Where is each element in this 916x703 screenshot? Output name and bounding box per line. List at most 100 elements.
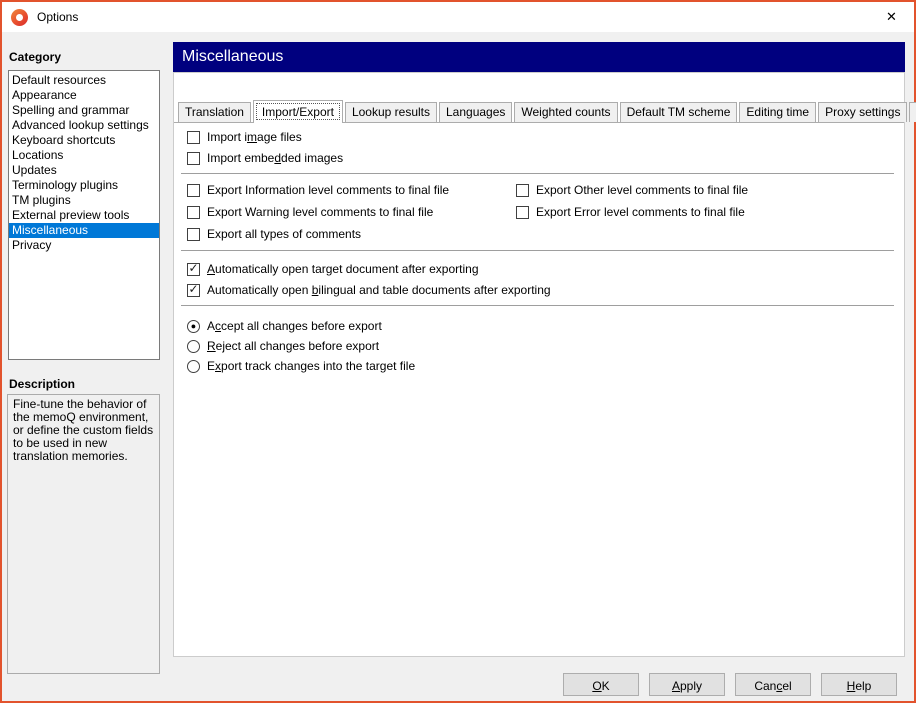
close-icon[interactable]: ✕: [869, 2, 914, 32]
checkbox-label: Export all types of comments: [207, 227, 361, 241]
label-text: el: [782, 679, 791, 693]
label-text: port track changes into the target file: [221, 359, 415, 373]
options-dialog: Options ✕ Category Default resources App…: [0, 0, 916, 703]
category-item-updates[interactable]: Updates: [9, 163, 159, 178]
radio-icon[interactable]: [187, 360, 200, 373]
label-text: A: [672, 679, 680, 693]
radio-export-track-changes[interactable]: Export track changes into the target fil…: [187, 358, 415, 374]
label-text: age files: [257, 130, 302, 144]
category-label: Category: [9, 50, 61, 64]
label-text: A: [207, 262, 215, 276]
checkbox-icon[interactable]: [187, 152, 200, 165]
description-label: Description: [9, 377, 75, 391]
radio-reject-all-changes[interactable]: Reject all changes before export: [187, 338, 379, 354]
label-text: K: [602, 679, 610, 693]
checkbox-label: Export Error level comments to final fil…: [536, 205, 745, 219]
checkbox-import-embedded-images[interactable]: Import embedded images: [187, 150, 343, 166]
tab-discussions[interactable]: Discussions: [909, 102, 916, 122]
ok-button[interactable]: OK: [563, 673, 639, 696]
checkbox-icon[interactable]: [516, 206, 529, 219]
label-text: Automatically open: [207, 283, 312, 297]
tab-import-export[interactable]: Import/Export: [253, 100, 343, 123]
radio-label: Accept all changes before export: [207, 319, 382, 333]
checkbox-label: Export Information level comments to fin…: [207, 183, 449, 197]
description-box: Fine-tune the behavior of the memoQ envi…: [7, 394, 160, 674]
label-text: O: [592, 679, 601, 693]
tab-strip: Translation Import/Export Lookup results…: [174, 73, 904, 123]
category-item-appearance[interactable]: Appearance: [9, 88, 159, 103]
label-text: cept all changes before export: [221, 319, 382, 333]
label-text: Export Error level comments to final fil…: [536, 205, 745, 219]
separator: [181, 305, 894, 307]
checkbox-icon[interactable]: [516, 184, 529, 197]
category-item-keyboard-shortcuts[interactable]: Keyboard shortcuts: [9, 133, 159, 148]
category-item-locations[interactable]: Locations: [9, 148, 159, 163]
checkbox-import-image-files[interactable]: Import image files: [187, 129, 302, 145]
category-item-terminology-plugins[interactable]: Terminology plugins: [9, 178, 159, 193]
checkbox-export-error-comments[interactable]: Export Error level comments to final fil…: [516, 204, 745, 220]
checkbox-icon[interactable]: ✓: [187, 263, 200, 276]
checkbox-export-information-comments[interactable]: Export Information level comments to fin…: [187, 182, 449, 198]
checkbox-label: Import image files: [207, 130, 302, 144]
category-item-privacy[interactable]: Privacy: [9, 238, 159, 253]
title-bar: Options: [2, 2, 914, 32]
radio-label: Export track changes into the target fil…: [207, 359, 415, 373]
memoq-logo-icon: [11, 9, 28, 26]
radio-dot: ●: [191, 322, 196, 331]
label-text: Export Warning level comments to final f…: [207, 205, 433, 219]
radio-icon[interactable]: [187, 340, 200, 353]
checkbox-icon[interactable]: [187, 131, 200, 144]
checkbox-export-other-comments[interactable]: Export Other level comments to final fil…: [516, 182, 748, 198]
category-item-external-preview-tools[interactable]: External preview tools: [9, 208, 159, 223]
category-item-miscellaneous[interactable]: Miscellaneous: [9, 223, 159, 238]
tab-default-tm-scheme[interactable]: Default TM scheme: [620, 102, 738, 122]
radio-icon[interactable]: ●: [187, 320, 200, 333]
separator: [181, 250, 894, 252]
help-button[interactable]: Help: [821, 673, 897, 696]
checkbox-icon[interactable]: ✓: [187, 284, 200, 297]
checkbox-auto-open-bilingual-documents[interactable]: ✓ Automatically open bilingual and table…: [187, 282, 551, 298]
radio-label: Reject all changes before export: [207, 339, 379, 353]
checkbox-label: Automatically open target document after…: [207, 262, 479, 276]
category-item-default-resources[interactable]: Default resources: [9, 73, 159, 88]
description-text: Fine-tune the behavior of the memoQ envi…: [13, 397, 153, 463]
label-text: Export Information level comments to fin…: [207, 183, 449, 197]
checkbox-label: Export Other level comments to final fil…: [536, 183, 748, 197]
label-text: m: [247, 130, 257, 144]
label-text: ilingual and table documents after expor…: [318, 283, 550, 297]
category-listbox[interactable]: Default resources Appearance Spelling an…: [8, 70, 160, 360]
label-text: A: [207, 319, 215, 333]
page-title: Miscellaneous: [173, 42, 905, 72]
checkmark: ✓: [188, 263, 198, 273]
label-text: eject all changes before export: [216, 339, 379, 353]
cancel-button[interactable]: Cancel: [735, 673, 811, 696]
page-title-text: Miscellaneous: [182, 48, 283, 66]
checkbox-icon[interactable]: [187, 228, 200, 241]
label-text: Import embe: [207, 151, 274, 165]
checkbox-auto-open-target-document[interactable]: ✓ Automatically open target document aft…: [187, 261, 479, 277]
label-text: E: [207, 359, 215, 373]
apply-button[interactable]: Apply: [649, 673, 725, 696]
label-text: ded images: [281, 151, 343, 165]
checkbox-export-warning-comments[interactable]: Export Warning level comments to final f…: [187, 204, 433, 220]
checkbox-export-all-comments[interactable]: Export all types of comments: [187, 226, 361, 242]
tab-editing-time[interactable]: Editing time: [739, 102, 816, 122]
label-text: Can: [754, 679, 776, 693]
tab-proxy-settings[interactable]: Proxy settings: [818, 102, 907, 122]
checkmark: ✓: [188, 284, 198, 294]
tab-weighted-counts[interactable]: Weighted counts: [514, 102, 617, 122]
radio-accept-all-changes[interactable]: ● Accept all changes before export: [187, 318, 382, 334]
category-item-tm-plugins[interactable]: TM plugins: [9, 193, 159, 208]
category-item-advanced-lookup-settings[interactable]: Advanced lookup settings: [9, 118, 159, 133]
tab-lookup-results[interactable]: Lookup results: [345, 102, 437, 122]
tab-languages[interactable]: Languages: [439, 102, 512, 122]
checkbox-icon[interactable]: [187, 184, 200, 197]
tab-translation[interactable]: Translation: [178, 102, 251, 122]
label-text: Export Other level comments to final fil…: [536, 183, 748, 197]
label-text: Export all types of comments: [207, 227, 361, 241]
checkbox-icon[interactable]: [187, 206, 200, 219]
category-item-spelling-and-grammar[interactable]: Spelling and grammar: [9, 103, 159, 118]
checkbox-label: Automatically open bilingual and table d…: [207, 283, 551, 297]
label-text: utomatically open target document after …: [215, 262, 478, 276]
separator: [181, 173, 894, 175]
